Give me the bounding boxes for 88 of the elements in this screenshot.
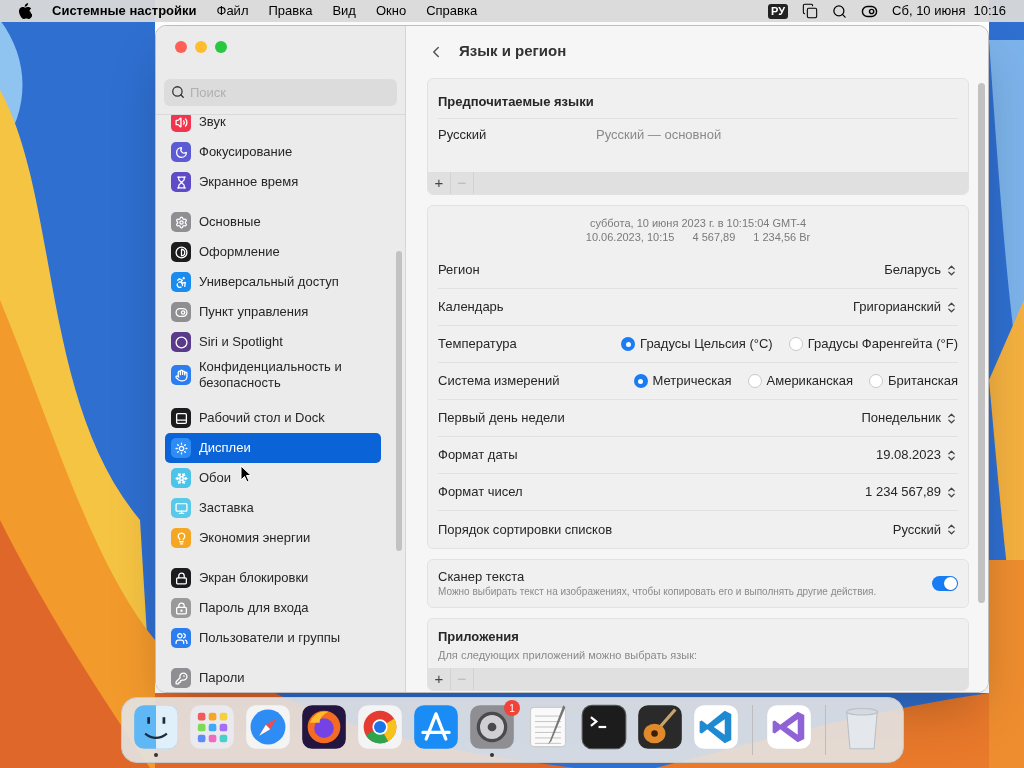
toggle-switch[interactable] (932, 576, 958, 591)
menu-item[interactable]: Окно (375, 1, 407, 21)
radio-label: Градусы Фаренгейта (°F) (807, 335, 958, 354)
search-icon (171, 85, 185, 99)
setting-label: Регион (438, 261, 480, 280)
pointer-icon (240, 465, 252, 483)
preview-text: 10.06.2023, 10:15 (585, 230, 675, 244)
popup-button[interactable]: Беларусь (884, 260, 958, 280)
sidebar-item[interactable]: Оформление (165, 237, 381, 267)
language-name: Русский (438, 126, 488, 144)
menu-date[interactable]: Сб, 10 июня (892, 1, 966, 21)
radio-label: Американская (766, 372, 853, 391)
infinity-ribbon-icon[interactable] (765, 703, 813, 751)
radio-button[interactable] (621, 337, 636, 351)
setting-label: Календарь (438, 298, 504, 317)
stepper-icon (945, 448, 958, 462)
radio-button[interactable] (869, 374, 883, 388)
window-title: Язык и регион (459, 41, 567, 62)
sidebar-item[interactable]: Пользователи и группы (165, 623, 381, 653)
setting-label: Первый день недели (438, 409, 565, 428)
compass-icon[interactable] (244, 703, 292, 751)
sidebar-item[interactable]: Пароль для входа (165, 593, 381, 623)
menu-item[interactable]: Справка (426, 1, 478, 21)
code-ribbon-icon[interactable] (692, 703, 740, 751)
radio-button[interactable] (633, 374, 648, 388)
preview-text: 1 234,56 Br (753, 230, 811, 244)
running-indicator (490, 753, 494, 757)
menu-item[interactable]: Правка (268, 1, 313, 21)
sidebar-item[interactable]: Дисплеи (165, 433, 381, 463)
input-source-badge[interactable]: РУ (768, 3, 789, 19)
sidebar-item[interactable]: Пароли (165, 663, 381, 692)
stepper-icon (945, 523, 958, 536)
sidebar-item[interactable]: Экран блокировки (165, 563, 381, 593)
sidebar-item[interactable]: Основные (165, 207, 381, 237)
section-title: Приложения (438, 628, 520, 646)
stepper-icon (945, 263, 958, 277)
letter-a-tools-icon[interactable] (412, 703, 460, 751)
fox-globe-icon[interactable] (300, 703, 348, 751)
popup-button[interactable]: Русский (892, 519, 958, 540)
radio-button[interactable] (788, 337, 803, 351)
stepper-icon (945, 300, 958, 314)
setting-label: Сканер текста (438, 569, 526, 585)
sidebar-item[interactable]: Конфиденциальность и безопасность (165, 357, 381, 393)
setting-label: Система измерений (438, 372, 560, 391)
section-title: Предпочитаемые языки (438, 94, 594, 109)
sidebar-item[interactable]: Рабочий стол и Dock (165, 403, 381, 433)
section-description: Для следующих приложений можно выбрать язык: (438, 647, 699, 663)
language-row[interactable]: Русский Русский — основной (428, 119, 968, 145)
scrollbar-thumb[interactable] (978, 83, 985, 603)
popup-button[interactable]: Понедельник (861, 408, 958, 428)
sidebar-item[interactable]: Экономия энергии (165, 523, 381, 553)
setting-label: Формат даты (438, 446, 518, 465)
scrollbar-thumb[interactable] (396, 251, 402, 551)
sidebar-item[interactable]: Заставка (165, 493, 381, 523)
guitar-icon[interactable] (636, 703, 684, 751)
close-button[interactable] (175, 41, 187, 53)
radio-button[interactable] (747, 374, 762, 388)
preview-text: суббота, 10 июня 2023 г. в 10:15:04 GMT-4 (589, 216, 807, 230)
sidebar-item[interactable]: Универсальный доступ (165, 267, 381, 297)
windows-icon[interactable] (802, 3, 819, 19)
menu-item[interactable]: Вид (332, 1, 356, 21)
sidebar-item[interactable]: Звук (165, 115, 381, 137)
language-note: Русский — основной (596, 126, 722, 144)
sidebar-item[interactable]: Siri и Spotlight (165, 327, 381, 357)
setting-label: Порядок сортировки списков (438, 520, 613, 539)
list-toolbar-button[interactable]: + (428, 668, 451, 690)
notification-badge: 1 (504, 700, 520, 716)
popup-button[interactable]: Григорианский (852, 297, 958, 317)
search-icon[interactable] (832, 3, 848, 19)
app-grid-icon[interactable] (188, 703, 236, 751)
sidebar-item[interactable]: Экранное время (165, 167, 381, 197)
radio-label: Метрическая (652, 372, 732, 391)
preview-text: 4 567,89 (692, 230, 736, 244)
setting-label: Формат чисел (438, 483, 523, 502)
setting-description: Можно выбирать текст на изображениях, чтобы копировать его и выполнять другие действия. (438, 585, 877, 598)
radio-label: Градусы Цельсия (°C) (640, 335, 773, 354)
stepper-icon (945, 485, 958, 499)
popup-button[interactable]: 1 234 567,89 (865, 482, 958, 502)
popup-button[interactable]: 19.08.2023 (875, 445, 958, 465)
stepper-icon (945, 411, 958, 425)
running-indicator (154, 753, 158, 757)
setting-label: Температура (438, 335, 517, 354)
menu-item[interactable]: Файл (216, 1, 249, 21)
list-toolbar-button[interactable]: + (428, 172, 451, 194)
sidebar-item[interactable]: Фокусирование (165, 137, 381, 167)
prompt-icon[interactable] (580, 703, 628, 751)
radio-label: Британская (888, 372, 958, 391)
sidebar-item[interactable]: Пункт управления (165, 297, 381, 327)
